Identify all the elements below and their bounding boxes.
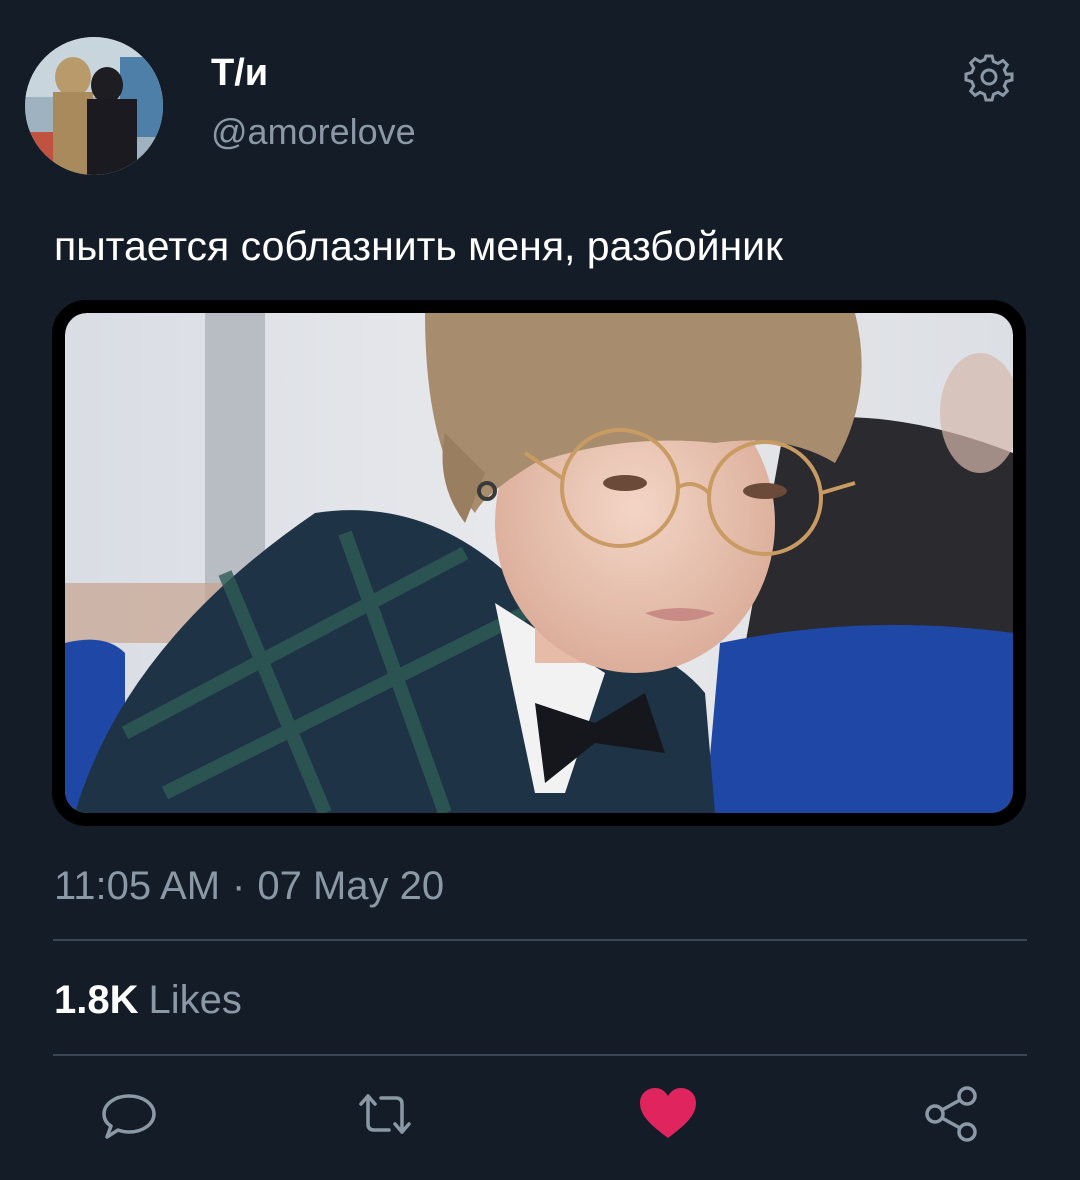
gear-icon[interactable] (962, 50, 1016, 104)
timestamp-separator: · (232, 864, 246, 908)
user-handle[interactable]: @amorelove (211, 110, 416, 154)
retweet-button[interactable] (353, 1082, 417, 1146)
share-button[interactable] (919, 1082, 983, 1146)
display-name[interactable]: Т/и (211, 50, 268, 96)
likes-label: Likes (148, 978, 242, 1022)
divider (53, 939, 1027, 941)
tweet-media[interactable] (52, 300, 1026, 826)
tweet-text: пытается соблазнить меня, разбойник (54, 223, 783, 269)
like-button[interactable] (636, 1082, 700, 1146)
avatar[interactable] (25, 37, 163, 175)
divider (53, 1054, 1027, 1056)
share-icon (925, 1086, 977, 1142)
tweet-date: 07 May 20 (257, 864, 445, 908)
heart-icon (640, 1088, 696, 1138)
likes-stat[interactable]: 1.8K Likes (54, 976, 242, 1024)
tweet-timestamp[interactable]: 11:05 AM · 07 May 20 (54, 862, 444, 910)
reply-button[interactable] (97, 1082, 161, 1146)
avatar-photo (25, 37, 163, 175)
likes-count: 1.8K (54, 978, 139, 1022)
tweet-photo (65, 313, 1013, 813)
retweet-icon (359, 1094, 411, 1134)
tweet-time: 11:05 AM (54, 864, 221, 908)
comment-icon (102, 1094, 156, 1139)
